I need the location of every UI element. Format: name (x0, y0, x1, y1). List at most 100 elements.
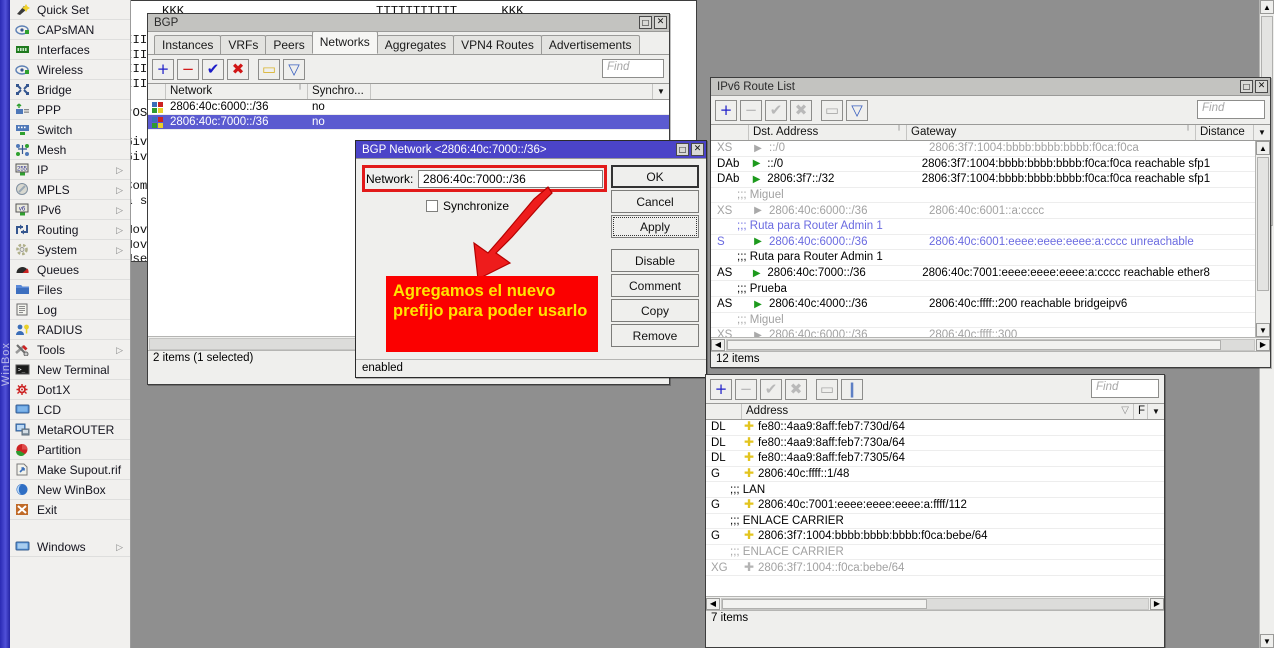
comment-row[interactable]: ;;; ENLACE CARRIER (706, 545, 1164, 561)
route-hscroll-thumb[interactable] (727, 340, 1221, 350)
bgp-col-synchronize[interactable]: Synchro... (308, 84, 371, 99)
dialog-maximize-icon[interactable]: □ (676, 143, 689, 156)
route-col-distance[interactable]: Distance (1196, 125, 1254, 140)
route-hscrollbar[interactable]: ◀ ▶ (711, 337, 1270, 351)
tab-networks[interactable]: Networks (312, 31, 378, 54)
ok-button[interactable]: OK (611, 165, 699, 188)
synchronize-checkbox[interactable] (426, 200, 438, 212)
comment-row[interactable]: ;;; Ruta para Router Admin 1 (711, 219, 1270, 235)
sidebar-item-capsman[interactable]: CAPsMAN (10, 20, 130, 40)
table-row[interactable]: AS▶2806:40c:4000::/362806:40c:ffff::200 … (711, 297, 1270, 313)
sidebar-item-windows[interactable]: Windows▷ (10, 537, 130, 557)
table-row[interactable]: G✚2806:40c:7001:eeee:eeee:eeee:a:ffff/11… (706, 498, 1164, 514)
table-row[interactable]: XS▶2806:40c:6000::/362806:40c:6001::a:cc… (711, 203, 1270, 219)
comment-row[interactable]: ;;; Miguel (711, 313, 1270, 329)
dialog-button-column[interactable]: OKCancelApplyDisableCommentCopyRemove (611, 165, 699, 349)
sidebar-item-switch[interactable]: Switch (10, 120, 130, 140)
ipv6-route-list-window[interactable]: IPv6 Route List □ ✕ Find +−✔✖▭▽ Dst. Add… (710, 77, 1271, 368)
scroll-right-icon[interactable]: ▶ (1150, 598, 1164, 610)
table-row[interactable]: AS▶2806:40c:7000::/362806:40c:7001:eeee:… (711, 266, 1270, 282)
sidebar-item-ipv6[interactable]: v6IPv6▷ (10, 200, 130, 220)
remove-button[interactable]: Remove (611, 324, 699, 347)
network-input[interactable]: 2806:40c:7000::/36 (418, 170, 603, 188)
sidebar-item-mesh[interactable]: Mesh (10, 140, 130, 160)
close-icon[interactable]: ✕ (654, 16, 667, 29)
table-row[interactable]: XG✚2806:3f7:1004::f0ca:bebe/64 (706, 560, 1164, 576)
sidebar-item-make-supout-rif[interactable]: Make Supout.rif (10, 460, 130, 480)
cancel-button[interactable]: Cancel (611, 190, 699, 213)
apply-button[interactable]: Apply (611, 215, 699, 238)
sidebar-item-new-winbox[interactable]: New WinBox (10, 480, 130, 500)
table-row[interactable]: DAb▶::/02806:3f7:1004:bbbb:bbbb:bbbb:f0c… (711, 157, 1270, 173)
address-find-input[interactable]: Find (1091, 379, 1159, 398)
bgp-toolbar[interactable]: Find +−✔✖▭▽ (148, 55, 669, 83)
sidebar-item-lcd[interactable]: LCD (10, 400, 130, 420)
bgp-col-network[interactable]: Network ╵ (166, 84, 308, 99)
sidebar-item-ppp[interactable]: PPP (10, 100, 130, 120)
route-maximize-icon[interactable]: □ (1240, 80, 1253, 93)
address-hscroll-track[interactable] (721, 598, 1149, 610)
sidebar-item-quick-set[interactable]: Quick Set (10, 0, 130, 20)
add-button[interactable]: + (152, 59, 174, 80)
enable-button[interactable]: ✔ (202, 59, 224, 80)
sidebar-item-metarouter[interactable]: MetaROUTER (10, 420, 130, 440)
route-table-body[interactable]: XS▶::/02806:3f7:1004:bbbb:bbbb:bbbb:f0ca… (711, 141, 1270, 337)
comment-row[interactable]: ;;; Miguel (711, 188, 1270, 204)
filter-button[interactable]: ▽ (283, 59, 305, 80)
bgp-tab-bar[interactable]: InstancesVRFsPeersNetworksAggregatesVPN4… (148, 32, 669, 55)
table-row[interactable]: XS▶::/02806:3f7:1004:bbbb:bbbb:bbbb:f0ca… (711, 141, 1270, 157)
sidebar-item-exit[interactable]: Exit (10, 500, 130, 520)
tab-peers[interactable]: Peers (265, 35, 312, 54)
sidebar-item-files[interactable]: Files (10, 280, 130, 300)
comment-row[interactable]: ;;; Ruta para Router Admin 1 (711, 250, 1270, 266)
route-find-input[interactable]: Find (1197, 100, 1265, 119)
table-row[interactable]: XS▶2806:40c:6000::/362806:40c:ffff::300 (711, 328, 1270, 337)
scroll-left-icon[interactable]: ◀ (711, 339, 725, 351)
table-row[interactable]: G✚2806:3f7:1004:bbbb:bbbb:bbbb:f0ca:bebe… (706, 529, 1164, 545)
route-vscrollbar[interactable]: ▲ ▼ (1255, 141, 1270, 337)
route-col-gateway[interactable]: Gateway ╵ (907, 125, 1196, 140)
comment-row[interactable]: ;;; Prueba (711, 281, 1270, 297)
add-button[interactable]: + (710, 379, 732, 400)
sidebar-item-system[interactable]: System▷ (10, 240, 130, 260)
add-button[interactable]: + (715, 100, 737, 121)
table-row[interactable]: DL✚fe80::4aa9:8aff:feb7:730d/64 (706, 420, 1164, 436)
route-list-toolbar[interactable]: Find +−✔✖▭▽ (711, 96, 1270, 124)
route-list-titlebar[interactable]: IPv6 Route List □ ✕ (711, 78, 1270, 96)
dialog-close-icon[interactable]: ✕ (691, 143, 704, 156)
table-row[interactable]: G✚2806:40c:ffff::1/48 (706, 467, 1164, 483)
bgp-find-input[interactable]: Find (602, 59, 664, 78)
sidebar-item-routing[interactable]: Routing▷ (10, 220, 130, 240)
scroll-left-icon[interactable]: ◀ (706, 598, 720, 610)
scroll-right-icon[interactable]: ▶ (1256, 339, 1270, 351)
sidebar-item-new-terminal[interactable]: >_New Terminal (10, 360, 130, 380)
filter-button[interactable]: ▽ (846, 100, 868, 121)
comment-button[interactable]: Comment (611, 274, 699, 297)
sidebar-item-radius[interactable]: RADIUS (10, 320, 130, 340)
tab-advertisements[interactable]: Advertisements (541, 35, 640, 54)
tab-instances[interactable]: Instances (154, 35, 221, 54)
address-list-toolbar[interactable]: Find +−✔✖▭❙ (706, 375, 1164, 403)
scroll-up-icon[interactable]: ▲ (1256, 141, 1270, 155)
remove-button[interactable]: − (177, 59, 199, 80)
sidebar-item-wireless[interactable]: Wireless (10, 60, 130, 80)
tab-aggregates[interactable]: Aggregates (377, 35, 454, 54)
bgp-dialog-titlebar[interactable]: BGP Network <2806:40c:7000::/36> □ ✕ (356, 141, 706, 159)
address-col-address[interactable]: Address ▽ (742, 404, 1134, 419)
sidebar-item-mpls[interactable]: MPLS▷ (10, 180, 130, 200)
maximize-icon[interactable]: □ (639, 16, 652, 29)
table-row[interactable]: 2806:40c:7000::/36no (148, 115, 669, 130)
table-row[interactable]: DAb▶2806:3f7::/322806:3f7:1004:bbbb:bbbb… (711, 172, 1270, 188)
comment-row[interactable]: ;;; ENLACE CARRIER (706, 514, 1164, 530)
table-row[interactable]: 2806:40c:6000::/36no (148, 100, 669, 115)
sidebar-item-bridge[interactable]: Bridge (10, 80, 130, 100)
filter-button[interactable]: ❙ (841, 379, 863, 400)
sidebar-item-dot1x[interactable]: Dot1X (10, 380, 130, 400)
scroll-down-icon[interactable]: ▼ (1256, 323, 1270, 337)
route-hscroll-track[interactable] (726, 339, 1255, 351)
sidebar-item-interfaces[interactable]: Interfaces (10, 40, 130, 60)
route-scroll-thumb[interactable] (1257, 157, 1269, 291)
table-row[interactable]: DL✚fe80::4aa9:8aff:feb7:730a/64 (706, 436, 1164, 452)
tab-vpn4-routes[interactable]: VPN4 Routes (453, 35, 542, 54)
bgp-column-menu-icon[interactable]: ▼ (653, 84, 669, 99)
